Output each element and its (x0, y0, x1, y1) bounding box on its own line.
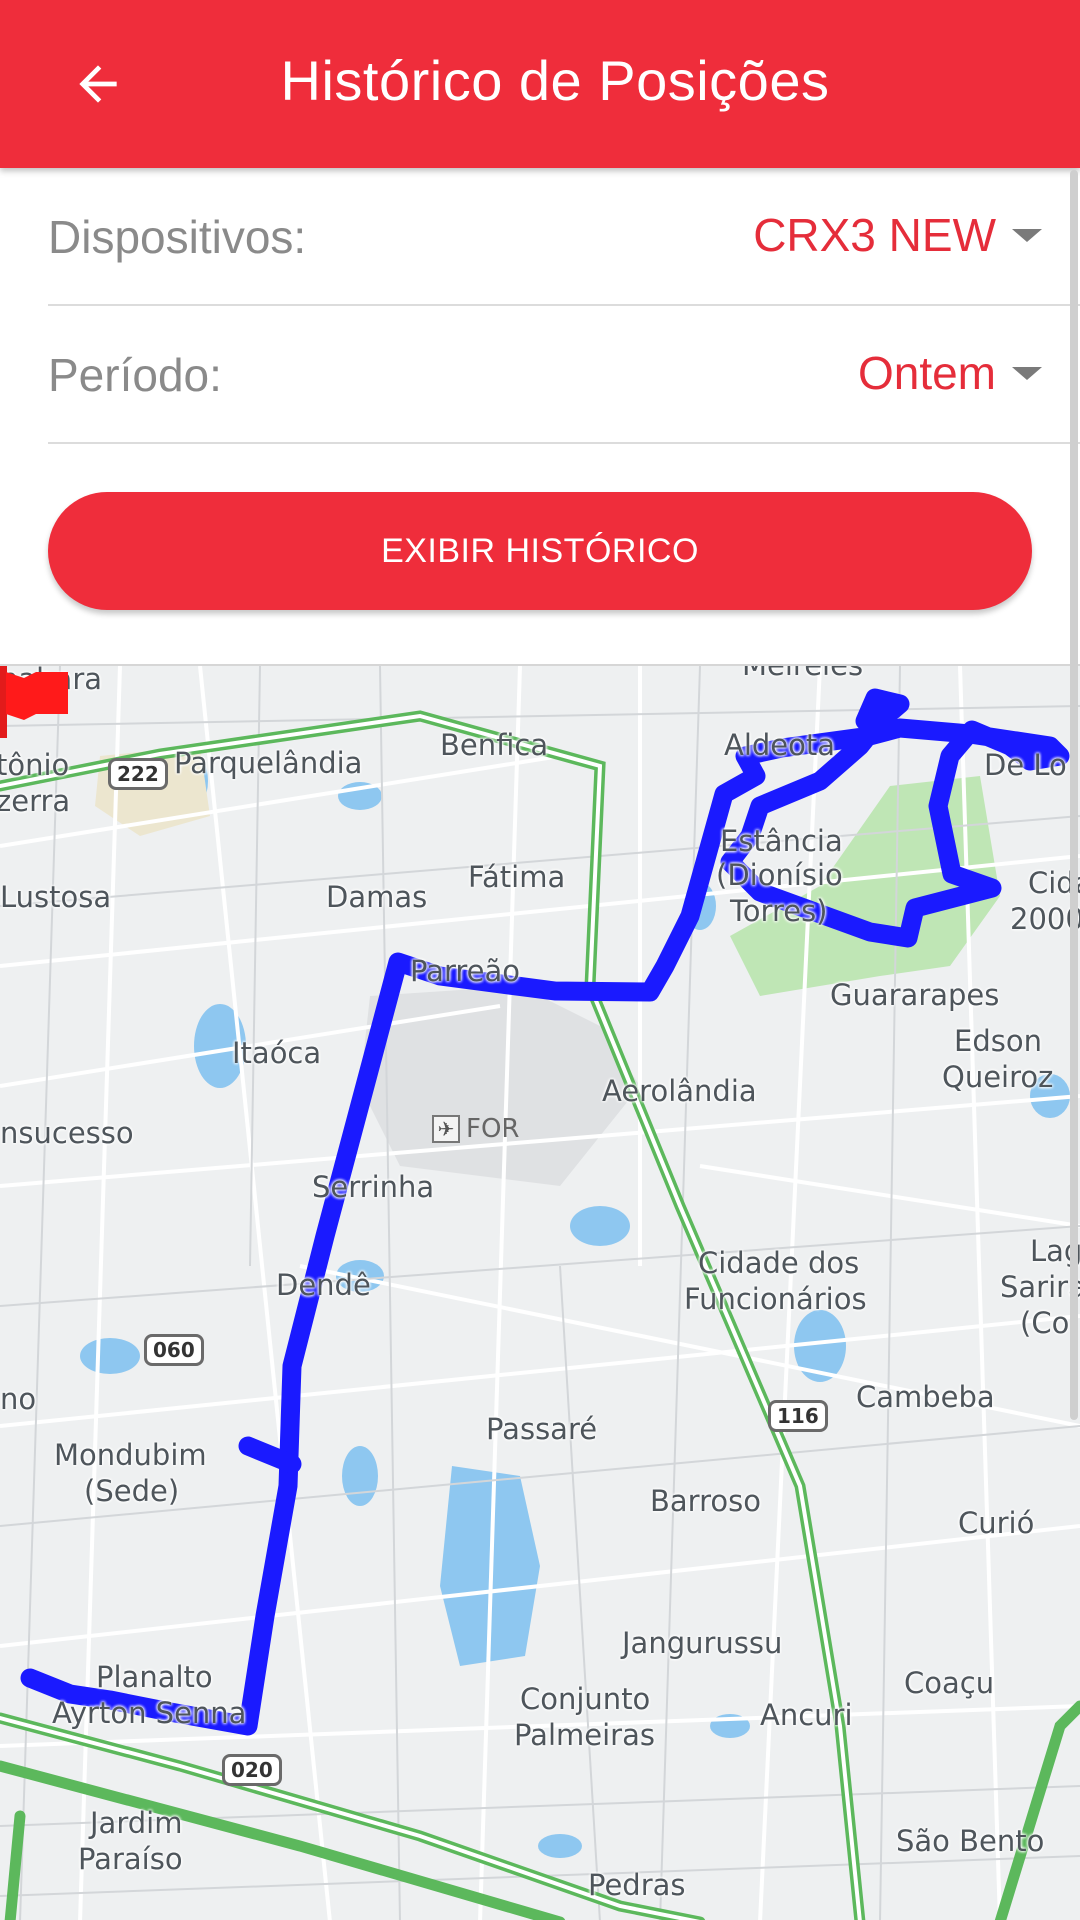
airport-icon: ✈ (432, 1115, 460, 1143)
map-place-label: Paraíso (78, 1842, 183, 1876)
map-place-label: Serrinha (312, 1170, 435, 1204)
road-shield: 060 (144, 1334, 204, 1366)
period-selected-value: Ontem (857, 347, 996, 399)
map-place-label: Guararapes (830, 978, 1000, 1012)
devices-label: Dispositivos: (48, 211, 307, 263)
scrollbar[interactable] (1070, 170, 1078, 1420)
map-view[interactable]: nabara tônio zerra Parquelândia Benfica … (0, 664, 1080, 1920)
map-place-label: Jangurussu (622, 1626, 783, 1660)
map-place-label: Pedras (588, 1868, 686, 1902)
app-bar: Histórico de Posições (0, 0, 1080, 168)
map-place-label: Meireles (742, 664, 864, 682)
map-place-label: Damas (326, 880, 428, 914)
map-place-label: (Co (1020, 1306, 1070, 1340)
page-title: Histórico de Posições (280, 49, 830, 112)
map-place-label: Lustosa (0, 880, 112, 914)
map-place-label: Curió (958, 1506, 1035, 1540)
devices-row: Dispositivos: CRX3 NEW (48, 168, 1080, 306)
map-place-label: (Dionísio (716, 858, 843, 892)
map-place-label: Ancuri (760, 1698, 853, 1732)
devices-selected-value: CRX3 NEW (753, 209, 996, 261)
dropdown-arrow-icon (1012, 228, 1042, 242)
road-shield: 116 (768, 1400, 828, 1432)
map-place-label: Itaóca (232, 1036, 322, 1070)
map-place-label: Jardim (90, 1806, 183, 1840)
devices-dropdown[interactable]: CRX3 NEW (753, 208, 1042, 262)
filter-form: Dispositivos: CRX3 NEW Período: Ontem EX… (0, 168, 1080, 664)
airport-label: FOR (466, 1114, 520, 1144)
map-place-label: Conjunto (520, 1682, 651, 1716)
show-history-button[interactable]: EXIBIR HISTÓRICO (48, 492, 1032, 610)
map-place-label: Sarira (1000, 1270, 1080, 1304)
map-place-label: Aerolândia (602, 1074, 757, 1108)
map-place-label: (Sede) (84, 1474, 180, 1508)
map-place-label: De Lo (984, 748, 1067, 782)
map-place-label: Planalto (96, 1660, 213, 1694)
map-place-label: Coaçu (904, 1666, 995, 1700)
road-shield: 222 (108, 758, 168, 790)
period-label: Período: (48, 349, 222, 401)
red-flag-icon[interactable] (0, 666, 74, 738)
map-place-label: Barroso (650, 1484, 761, 1518)
map-place-label: Cidade dos (698, 1246, 860, 1280)
period-row: Período: Ontem (48, 306, 1080, 444)
map-place-label: São Bento (896, 1824, 1045, 1858)
map-place-label: Edson (954, 1024, 1042, 1058)
map-place-label: Parquelândia (174, 746, 363, 780)
dropdown-arrow-icon (1012, 366, 1042, 380)
map-place-label: no (0, 1382, 37, 1416)
map-place-label: Aldeota (724, 728, 836, 762)
map-place-label: Funcionários (684, 1282, 867, 1316)
map-place-label: Estância (720, 824, 843, 858)
map-place-label: nsucesso (0, 1116, 134, 1150)
map-place-label: Torres) (730, 894, 828, 928)
map-place-label: Mondubim (54, 1438, 207, 1472)
map-place-label: Ayrton Senna (52, 1696, 247, 1730)
road-shield: 020 (222, 1754, 282, 1786)
map-place-label: Fátima (468, 860, 566, 894)
map-place-label: Queiroz (942, 1060, 1054, 1094)
map-place-label: Passaré (486, 1412, 598, 1446)
airport-marker: ✈ FOR (432, 1114, 520, 1144)
map-place-label: Benfica (440, 728, 549, 762)
map-place-label: Parreão (410, 954, 521, 988)
map-place-label: zerra (0, 784, 71, 818)
map-place-label: Palmeiras (514, 1718, 655, 1752)
map-place-label: Dendê (276, 1268, 371, 1302)
map-place-label: Cambeba (856, 1380, 995, 1414)
map-place-label: tônio (0, 748, 70, 782)
period-dropdown[interactable]: Ontem (858, 346, 1042, 400)
